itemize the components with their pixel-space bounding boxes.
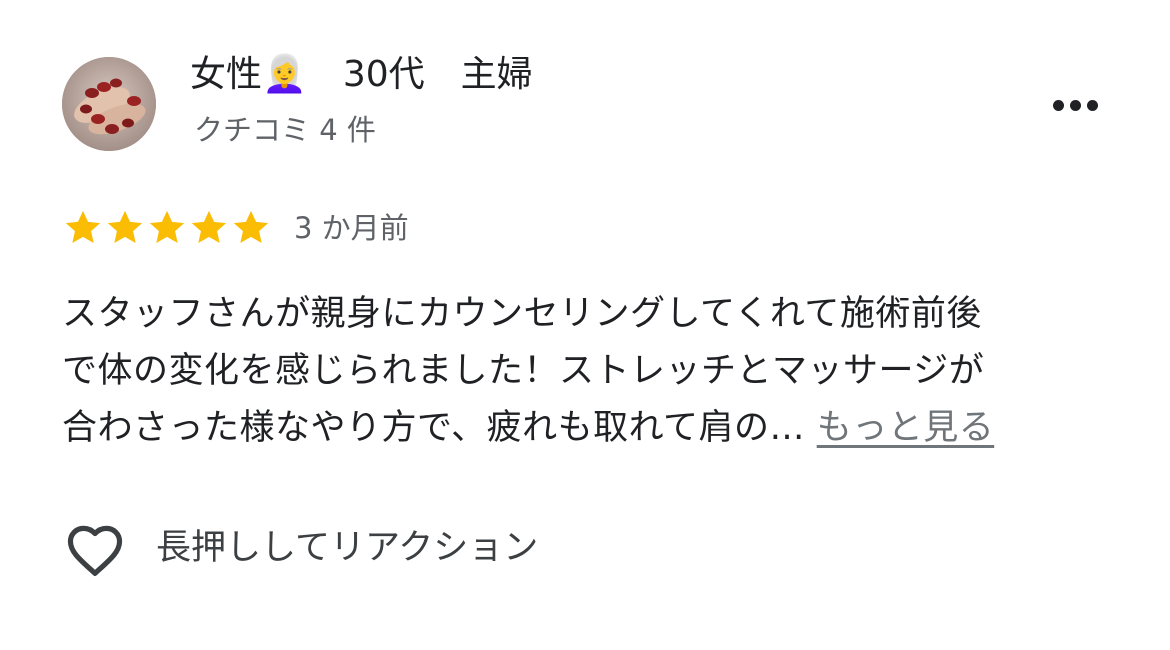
review-text-line: で体の変化を感じられました！ストレッチとマッサージが [62,351,985,391]
more-horizontal-icon-dot [1086,99,1098,111]
heart-outline-icon [67,525,123,576]
review-text: スタッフさんが親身にカウンセリングしてくれて施術前後 で体の変化を感じられました… [62,286,1112,457]
reaction-button[interactable]: 長押ししてリアクション [62,516,538,580]
reviewer-name[interactable]: 女性👩‍🦳 30代 主婦 [190,52,533,98]
review-text-line-content: 合わさった様なやり方で、疲れも取れて肩の… [62,408,817,448]
avatar[interactable] [62,57,156,151]
more-horizontal-icon [1052,99,1064,111]
star-rating [62,207,272,249]
review-count: クチコミ 4 件 [194,113,376,147]
reaction-label: 長押ししてリアクション [156,528,539,568]
star-icon [65,210,101,244]
star-icon [233,210,269,244]
more-options-button[interactable] [1044,90,1106,120]
review-text-line-last: 合わさった様なやり方で、疲れも取れて肩の… もっと見る [62,400,1112,457]
read-more-link[interactable]: もっと見る [817,408,995,448]
more-horizontal-icon-dot [1069,99,1081,111]
star-icon [149,210,185,244]
avatar-photo [62,57,156,151]
star-icon [191,210,227,244]
star-icon [107,210,143,244]
review-text-line: スタッフさんが親身にカウンセリングしてくれて施術前後 [62,294,982,334]
review-date: 3 か月前 [294,211,409,245]
rating-row: 3 か月前 [62,205,409,251]
